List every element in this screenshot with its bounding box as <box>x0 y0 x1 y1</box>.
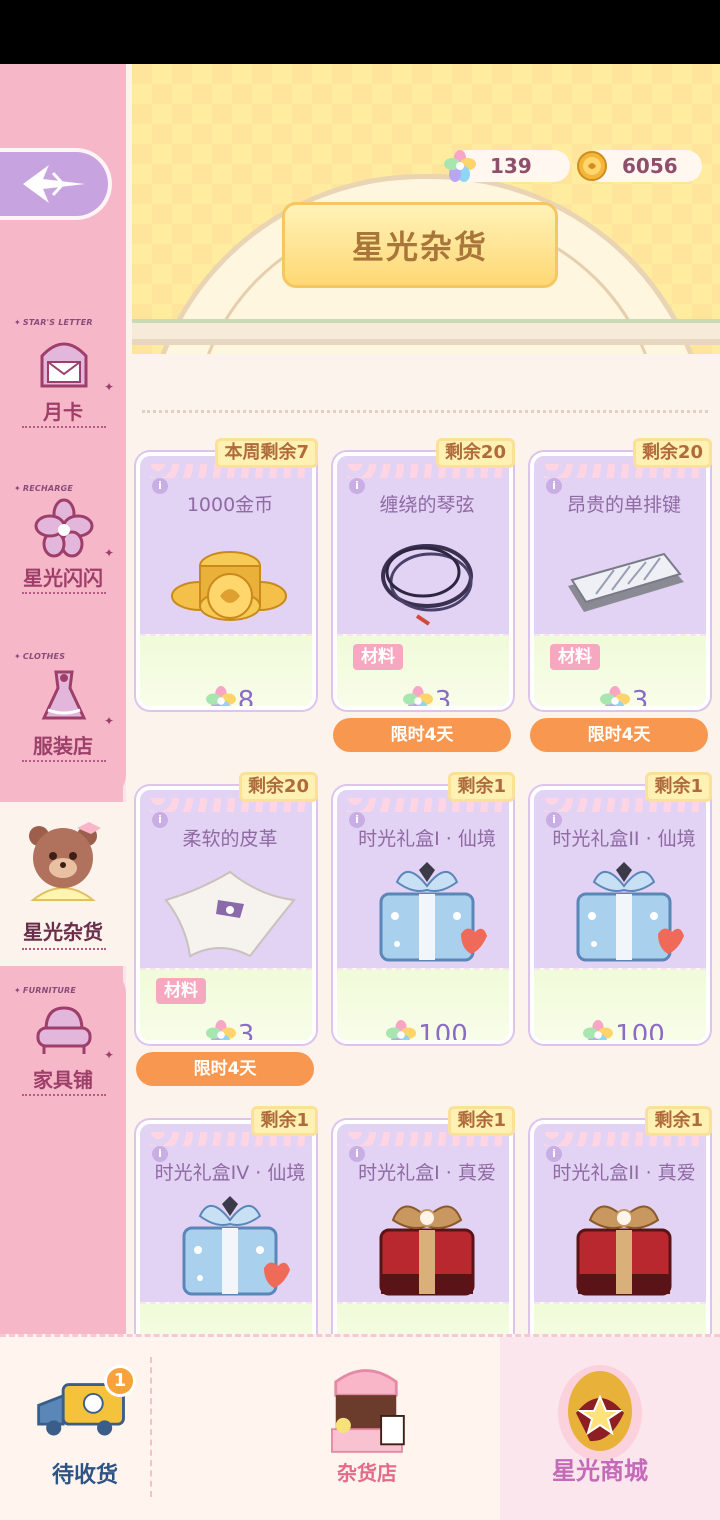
coin-icon <box>577 151 607 181</box>
price: 100 <box>337 1018 509 1044</box>
limited-time-badge: 限时4天 <box>530 718 708 752</box>
back-button[interactable] <box>0 148 112 220</box>
gift-box-true-love-image <box>576 1205 672 1296</box>
product-name: 时光礼盒IV · 仙境 <box>154 1162 306 1184</box>
product-card[interactable]: i 1000金币 8 本周剩余7 <box>136 438 318 710</box>
page-title: 星光杂货 <box>351 228 488 266</box>
coin-counter[interactable]: 6056 <box>577 150 702 182</box>
product-card[interactable]: i 柔软的皮革 材料 3 剩余20 <box>136 772 318 1044</box>
stock-tag: 剩余1 <box>645 1106 712 1136</box>
product-name: 缠绕的琴弦 <box>379 494 475 516</box>
soft-leather-image <box>164 870 296 958</box>
bottom-bar: 1 待收货 杂货店 星光商城 <box>0 1334 720 1520</box>
gift-box-wonderland-image <box>182 1196 290 1296</box>
product-card[interactable]: i 昂贵的单排键 材料 3 剩余20 <box>530 438 712 710</box>
sidebar-item-star-grocery[interactable]: 星光杂货 <box>0 816 126 966</box>
flower-icon <box>34 498 94 558</box>
shop-screen: STAR'S LETTER ✦ 月卡 RECHARGE <box>0 64 720 1520</box>
material-tag: 材料 <box>353 644 403 670</box>
store-stall-icon <box>331 1369 405 1453</box>
gift-box-wonderland-image <box>576 862 684 962</box>
star-gem-counter[interactable]: 139 <box>444 150 570 182</box>
sidebar-item-clothes[interactable]: CLOTHES ✦ 服装店 <box>0 652 126 802</box>
sidebar-item-recharge[interactable]: RECHARGE ✦ 星光闪闪 <box>0 484 126 634</box>
back-arrow-icon <box>23 165 85 203</box>
single-row-keys-image <box>568 552 684 612</box>
bear-avatar-icon <box>29 822 101 901</box>
stock-tag: 剩余1 <box>251 1106 318 1136</box>
pending-delivery-button[interactable]: 1 待收货 <box>30 1365 140 1507</box>
product-card[interactable]: i 时光礼盒I · 仙境 100 剩余1 <box>333 772 515 1044</box>
status-bar <box>0 0 720 64</box>
price-value: 3 <box>631 686 649 710</box>
product-card[interactable]: i 缠绕的琴弦 材料 3 剩余20 <box>333 438 515 710</box>
price-value: 8 <box>237 686 255 710</box>
product-name: 时光礼盒II · 仙境 <box>552 828 696 850</box>
price-value: 100 <box>418 1020 468 1044</box>
shop-header: 星光杂货 139 6056 <box>132 64 720 354</box>
star-gem-icon <box>386 1020 417 1040</box>
price-value: 3 <box>434 686 452 710</box>
star-gem-icon <box>444 150 476 182</box>
letter-icon <box>40 342 88 388</box>
stock-tag: 剩余1 <box>645 772 712 802</box>
stock-tag: 剩余20 <box>632 438 712 468</box>
sofa-icon <box>36 1006 92 1054</box>
product-name: 1000金币 <box>186 494 274 516</box>
stock-tag: 剩余1 <box>448 772 515 802</box>
stock-tag: 剩余20 <box>238 772 318 802</box>
gift-box-wonderland-image <box>379 862 487 962</box>
price: 3 <box>140 1018 312 1044</box>
price-value: 3 <box>237 1020 255 1044</box>
product-name: 时光礼盒I · 仙境 <box>358 828 496 850</box>
title-banner: 星光杂货 <box>239 202 601 289</box>
limited-time-badge: 限时4天 <box>136 1052 314 1086</box>
material-tag: 材料 <box>156 978 206 1004</box>
harp-string-image <box>381 544 473 626</box>
sidebar-item-furniture[interactable]: FURNITURE ✦ 家具铺 <box>0 986 126 1136</box>
stock-tag: 剩余1 <box>448 1106 515 1136</box>
sidebar: STAR'S LETTER ✦ 月卡 RECHARGE <box>0 64 128 1366</box>
pending-count-badge: 1 <box>104 1365 136 1397</box>
star-gem-icon <box>599 686 630 706</box>
product-name: 时光礼盒II · 真爱 <box>552 1162 696 1184</box>
product-name: 时光礼盒I · 真爱 <box>358 1162 496 1184</box>
price: 3 <box>337 684 509 710</box>
star-gem-icon <box>583 1020 614 1040</box>
grocery-store-button[interactable]: 杂货店 <box>312 1357 422 1507</box>
gift-box-true-love-image <box>379 1205 475 1296</box>
price: 3 <box>534 684 706 710</box>
product-name: 柔软的皮革 <box>182 828 278 850</box>
stock-tag: 剩余20 <box>435 438 515 468</box>
vine-decoration <box>132 319 720 345</box>
star-mall-button[interactable]: 星光商城 <box>530 1347 670 1517</box>
price: 100 <box>534 1018 706 1044</box>
product-name: 昂贵的单排键 <box>566 494 681 516</box>
limited-time-badge: 限时4天 <box>333 718 511 752</box>
sidebar-item-monthly-card[interactable]: STAR'S LETTER ✦ 月卡 <box>0 318 126 468</box>
star-egg-icon <box>558 1365 642 1461</box>
star-gem-icon <box>402 686 433 706</box>
stock-tag: 本周剩余7 <box>215 438 318 468</box>
dress-icon <box>41 670 87 720</box>
gold-coins-image <box>171 551 287 621</box>
product-card[interactable]: i 时光礼盒II · 仙境 100 剩余1 <box>530 772 712 1044</box>
price: 8 <box>140 684 312 710</box>
star-gem-icon <box>205 686 236 706</box>
price-value: 100 <box>615 1020 665 1044</box>
material-tag: 材料 <box>550 644 600 670</box>
star-gem-icon <box>205 1020 236 1040</box>
